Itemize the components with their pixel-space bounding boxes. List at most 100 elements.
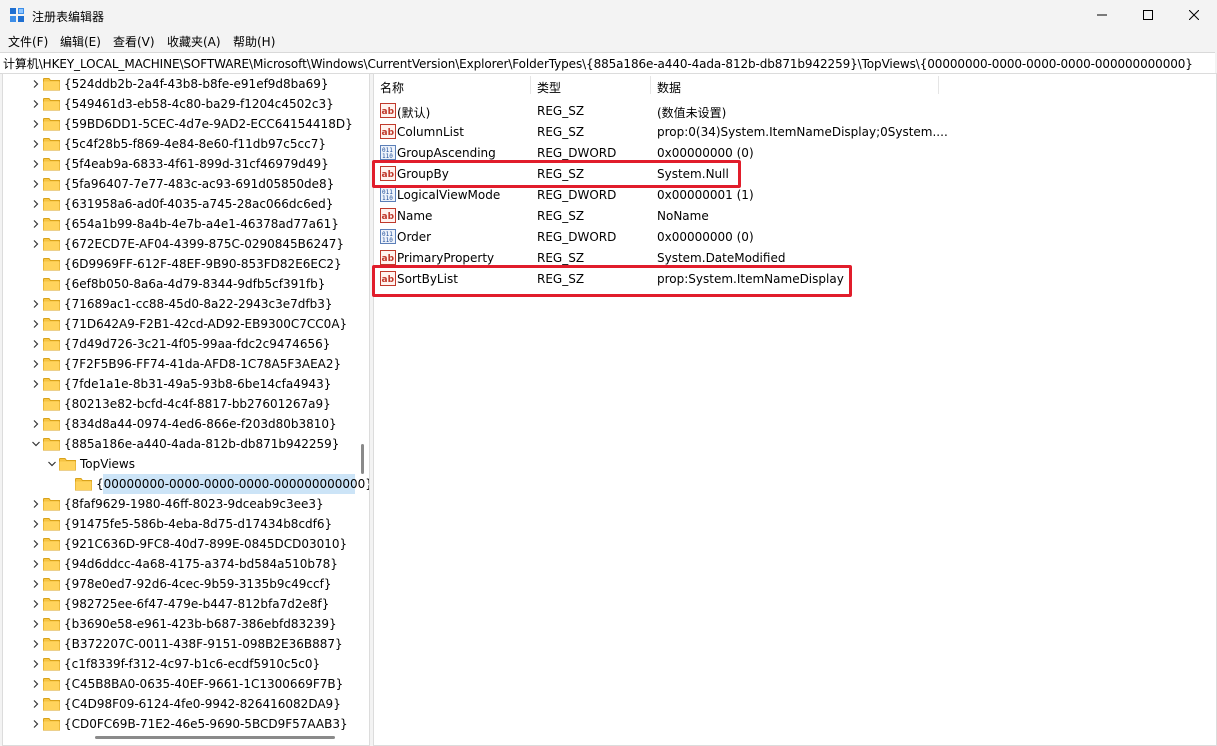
chevron-right-icon[interactable]	[31, 319, 41, 329]
value-row[interactable]: 011 110 Order REG_DWORD 0x00000000 (0)	[374, 226, 1216, 247]
tree-item[interactable]: {631958a6-ad0f-4035-a745-28ac066dc6ed}	[3, 194, 355, 214]
tree-item[interactable]: {654a1b99-8a4b-4e7b-a4e1-46378ad77a61}	[3, 214, 355, 234]
tree-item[interactable]: {7F2F5B96-FF74-41da-AFD8-1C78A5F3AEA2}	[3, 354, 355, 374]
tree-item[interactable]: {672ECD7E-AF04-4399-875C-0290845B6247}	[3, 234, 355, 254]
tree-item[interactable]: {C45B8BA0-0635-40EF-9661-1C1300669F7B}	[3, 674, 355, 694]
key-tree[interactable]: {524ddb2b-2a4f-43b8-b8fe-e91ef9d8ba69} {5…	[2, 73, 370, 746]
value-data: prop:0(34)System.ItemNameDisplay;0System…	[657, 125, 948, 139]
tree-item[interactable]: {5f4eab9a-6833-4f61-899d-31cf46979d49}	[3, 154, 355, 174]
chevron-down-icon[interactable]	[31, 439, 41, 449]
tree-item[interactable]: {6D9969FF-612F-48EF-9B90-853FD82E6EC2}	[3, 254, 355, 274]
tree-vertical-scrollbar[interactable]	[356, 74, 368, 744]
tree-item[interactable]: {94d6ddcc-4a68-4175-a374-bd584a510b78}	[3, 554, 355, 574]
chevron-right-icon[interactable]	[31, 179, 41, 189]
chevron-right-icon[interactable]	[31, 619, 41, 629]
chevron-down-icon[interactable]	[47, 459, 57, 469]
chevron-right-icon[interactable]	[31, 719, 41, 729]
close-button[interactable]	[1171, 0, 1217, 30]
chevron-right-icon[interactable]	[31, 599, 41, 609]
column-header-type[interactable]: 类型	[531, 74, 649, 96]
chevron-right-icon[interactable]	[31, 499, 41, 509]
tree-item[interactable]: {71689ac1-cc88-45d0-8a22-2943c3e7dfb3}	[3, 294, 355, 314]
folder-icon	[43, 238, 60, 251]
tree-item[interactable]: {978e0ed7-92d6-4cec-9b59-3135b9c49ccf}	[3, 574, 355, 594]
tree-item[interactable]: {6ef8b050-8a6a-4d79-8344-9dfb5cf391fb}	[3, 274, 355, 294]
tree-item[interactable]: {00000000-0000-0000-0000-000000000000}	[3, 474, 369, 494]
chevron-right-icon[interactable]	[31, 299, 41, 309]
menu-favorites[interactable]: 收藏夹(A)	[167, 33, 221, 50]
minimize-button[interactable]	[1079, 0, 1125, 30]
chevron-right-icon[interactable]	[31, 579, 41, 589]
close-icon	[1189, 10, 1199, 20]
tree-item[interactable]: {59BD6DD1-5CEC-4d7e-9AD2-ECC64154418D}	[3, 114, 355, 134]
menu-help[interactable]: 帮助(H)	[233, 33, 275, 50]
tree-item-label: {7F2F5B96-FF74-41da-AFD8-1C78A5F3AEA2}	[64, 357, 342, 371]
tree-item[interactable]: TopViews	[3, 454, 355, 474]
dword-value-icon: 011110	[380, 229, 396, 244]
chevron-right-icon[interactable]	[31, 539, 41, 549]
folder-icon	[43, 538, 60, 551]
tree-vertical-scroll-thumb[interactable]	[361, 444, 364, 474]
tree-item-label: {7fde1a1e-8b31-49a5-93b8-6be14cfa4943}	[64, 377, 332, 391]
column-header-data[interactable]: 数据	[651, 74, 937, 96]
tree-item[interactable]: {921C636D-9FC8-40d7-899E-0845DCD03010}	[3, 534, 355, 554]
chevron-right-icon[interactable]	[31, 99, 41, 109]
tree-horizontal-scroll-thumb[interactable]	[95, 736, 335, 739]
chevron-right-icon[interactable]	[31, 199, 41, 209]
tree-item[interactable]: {885a186e-a440-4ada-812b-db871b942259}	[3, 434, 355, 454]
chevron-right-icon[interactable]	[31, 519, 41, 529]
menu-file[interactable]: 文件(F)	[8, 33, 48, 50]
tree-item[interactable]: {982725ee-6f47-479e-b447-812bfa7d2e8f}	[3, 594, 355, 614]
chevron-right-icon[interactable]	[31, 119, 41, 129]
tree-item-label: {80213e82-bcfd-4c4f-8817-bb27601267a9}	[64, 397, 331, 411]
folder-icon	[43, 198, 60, 211]
tree-item[interactable]: {80213e82-bcfd-4c4f-8817-bb27601267a9}	[3, 394, 355, 414]
tree-item[interactable]: {71D642A9-F2B1-42cd-AD92-EB9300C7CC0A}	[3, 314, 355, 334]
folder-icon	[43, 658, 60, 671]
tree-item-label: {7d49d726-3c21-4f05-99aa-fdc2c9474656}	[64, 337, 331, 351]
value-row[interactable]: ab ColumnList REG_SZ prop:0(34)System.ItemN…	[374, 121, 1216, 142]
chevron-right-icon[interactable]	[31, 679, 41, 689]
tree-horizontal-scrollbar[interactable]	[3, 730, 355, 744]
tree-item[interactable]: {B372207C-0011-438F-9151-098B2E36B887}	[3, 634, 355, 654]
folder-icon	[43, 118, 60, 131]
chevron-right-icon[interactable]	[31, 639, 41, 649]
tree-item[interactable]: {834d8a44-0974-4ed6-866e-f203d80b3810}	[3, 414, 355, 434]
column-separator[interactable]	[938, 76, 939, 94]
tree-item[interactable]: {C4D98F09-6124-4fe0-9942-826416082DA9}	[3, 694, 355, 714]
value-row[interactable]: ab (默认) REG_SZ (数值未设置)	[374, 100, 1216, 121]
value-name: Order	[397, 230, 432, 244]
highlight-box-sortbylist	[372, 265, 852, 297]
chevron-right-icon[interactable]	[31, 239, 41, 249]
address-bar[interactable]: 计算机\HKEY_LOCAL_MACHINE\SOFTWARE\Microsof…	[0, 52, 1215, 74]
value-data: 0x00000000 (0)	[657, 146, 754, 160]
value-row[interactable]: ab Name REG_SZ NoName	[374, 205, 1216, 226]
chevron-right-icon[interactable]	[31, 659, 41, 669]
chevron-right-icon[interactable]	[31, 339, 41, 349]
chevron-right-icon[interactable]	[31, 219, 41, 229]
tree-item[interactable]: {8faf9629-1980-46ff-8023-9dceab9c3ee3}	[3, 494, 355, 514]
chevron-right-icon[interactable]	[31, 79, 41, 89]
menu-view[interactable]: 查看(V)	[113, 33, 155, 50]
tree-item[interactable]: {7d49d726-3c21-4f05-99aa-fdc2c9474656}	[3, 334, 355, 354]
column-header-name[interactable]: 名称	[374, 74, 529, 96]
chevron-right-icon[interactable]	[31, 419, 41, 429]
maximize-button[interactable]	[1125, 0, 1171, 30]
tree-item[interactable]: {5c4f28b5-f869-4e84-8e60-f11db97c5cc7}	[3, 134, 355, 154]
menu-edit[interactable]: 编辑(E)	[60, 33, 101, 50]
tree-item[interactable]: {524ddb2b-2a4f-43b8-b8fe-e91ef9d8ba69}	[3, 74, 355, 94]
chevron-right-icon[interactable]	[31, 379, 41, 389]
tree-item[interactable]: {549461d3-eb58-4c80-ba29-f1204c4502c3}	[3, 94, 355, 114]
chevron-right-icon[interactable]	[31, 559, 41, 569]
chevron-right-icon[interactable]	[31, 359, 41, 369]
chevron-right-icon[interactable]	[31, 159, 41, 169]
tree-item[interactable]: {91475fe5-586b-4eba-8d75-d17434b8cdf6}	[3, 514, 355, 534]
svg-text:ab: ab	[382, 128, 395, 138]
tree-item[interactable]: {7fde1a1e-8b31-49a5-93b8-6be14cfa4943}	[3, 374, 355, 394]
chevron-right-icon[interactable]	[31, 699, 41, 709]
folder-icon	[43, 158, 60, 171]
tree-item[interactable]: {5fa96407-7e77-483c-ac93-691d05850de8}	[3, 174, 355, 194]
tree-item[interactable]: {c1f8339f-f312-4c97-b1c6-ecdf5910c5c0}	[3, 654, 355, 674]
tree-item[interactable]: {b3690e58-e961-423b-b687-386ebfd83239}	[3, 614, 355, 634]
chevron-right-icon[interactable]	[31, 139, 41, 149]
